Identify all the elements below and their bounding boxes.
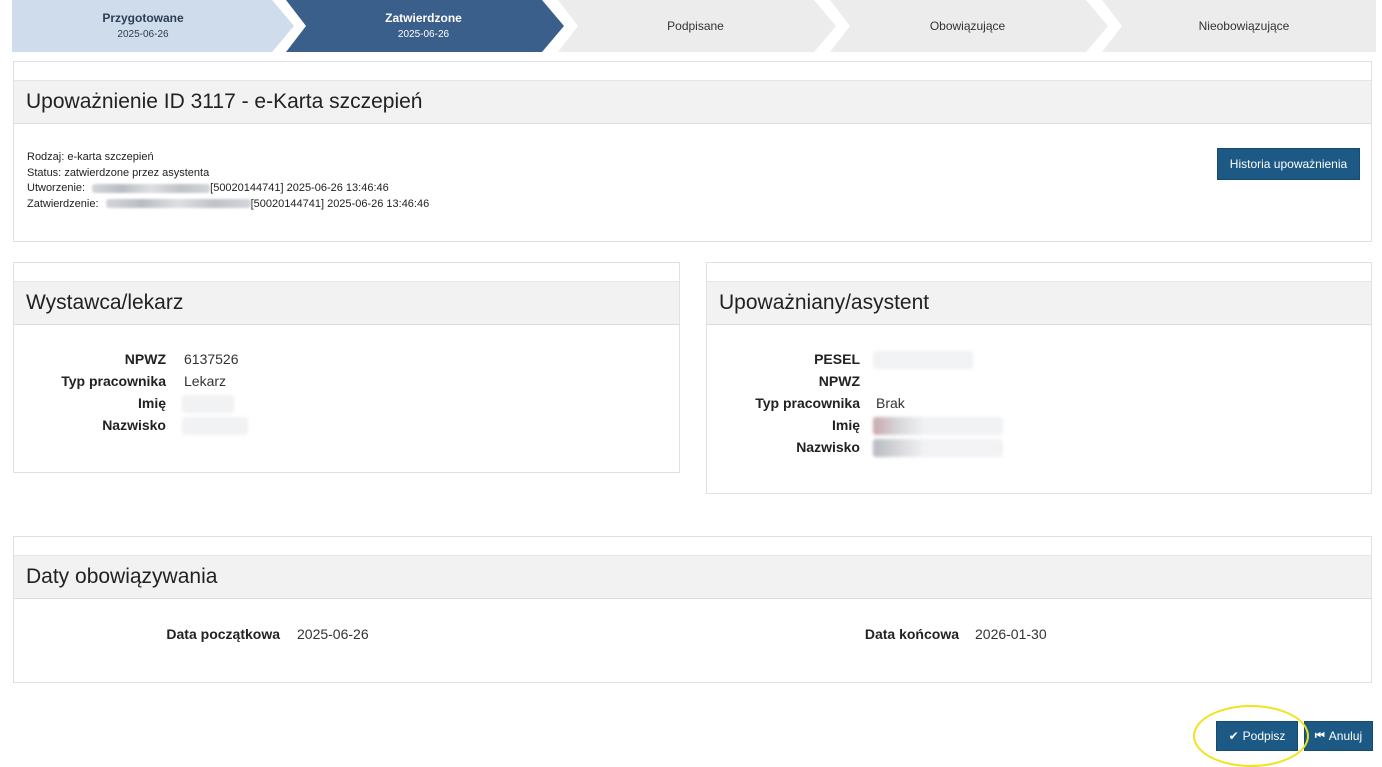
step-binding-title: Obowiązujące — [929, 18, 1006, 33]
workflow-steps: Przygotowane 2025-06-26 Zatwierdzone 202… — [12, 0, 1376, 52]
assistant-pesel-label: PESEL — [814, 351, 860, 367]
approved-label: Zatwierdzenie: — [27, 197, 99, 210]
type-row: Rodzaj: e-karta szczepień — [27, 150, 429, 166]
redacted-assistant-surname — [873, 439, 1003, 458]
step-signed-title: Podpisane — [667, 18, 724, 33]
assistant-details: PESEL NPWZ Typ pracownika Brak Imię Nazw… — [707, 348, 1373, 468]
validity-details: Data początkowa 2025-06-26 Data końcowa … — [14, 623, 1373, 653]
issuer-type-label: Typ pracownika — [61, 373, 166, 389]
redacted-approver — [105, 199, 251, 209]
sign-button-label: Podpisz — [1242, 729, 1286, 743]
step-backward-icon: ⏮ — [1314, 729, 1325, 742]
assistant-name-label: Imię — [831, 417, 860, 433]
step-signed: Podpisane — [558, 0, 848, 52]
cancel-button[interactable]: ⏮ Anuluj — [1304, 721, 1373, 751]
assistant-surname-value — [873, 436, 1003, 459]
issuer-panel: Wystawca/lekarz NPWZ 6137526 Typ pracown… — [13, 262, 680, 473]
approved-value: [50020144741] 2025-06-26 13:46:46 — [250, 197, 430, 210]
authorization-panel: Upoważnienie ID 3117 - e-Karta szczepień… — [13, 61, 1372, 242]
issuer-details: NPWZ 6137526 Typ pracownika Lekarz Imię … — [14, 348, 681, 448]
cancel-button-label: Anuluj — [1328, 729, 1363, 743]
history-button[interactable]: Historia upoważnienia — [1217, 148, 1360, 180]
issuer-name-value — [182, 392, 234, 415]
end-date-value: 2026-01-30 — [975, 626, 1047, 642]
redacted-assistant-name — [873, 417, 1003, 436]
validity-title: Daty obowiązywania — [14, 555, 1371, 599]
type-value: e-karta szczepień — [67, 151, 154, 163]
authorization-details: Rodzaj: e-karta szczepień Status: zatwie… — [27, 150, 429, 212]
assistant-name-value — [873, 414, 1003, 437]
step-approved: Zatwierdzone 2025-06-26 — [286, 0, 576, 52]
sign-button[interactable]: ✔ Podpisz — [1216, 721, 1298, 751]
issuer-npwz-label: NPWZ — [124, 351, 166, 367]
assistant-type-value: Brak — [876, 395, 905, 411]
status-row: Status: zatwierdzone przez asystenta — [27, 166, 429, 182]
issuer-title: Wystawca/lekarz — [14, 281, 679, 325]
redacted-issuer-surname — [182, 417, 248, 436]
validity-panel: Daty obowiązywania Data początkowa 2025-… — [13, 536, 1372, 683]
page-title: Upoważnienie ID 3117 - e-Karta szczepień — [14, 80, 1371, 124]
assistant-surname-label: Nazwisko — [796, 439, 860, 455]
issuer-type-value: Lekarz — [184, 373, 227, 389]
end-date-label: Data końcowa — [864, 626, 959, 642]
step-approved-title: Zatwierdzone — [385, 10, 462, 25]
step-nonbinding-title: Nieobowiązujące — [1198, 18, 1290, 33]
start-date-value: 2025-06-26 — [297, 626, 369, 642]
assistant-title: Upoważniany/asystent — [707, 281, 1371, 325]
check-icon: ✔ — [1228, 729, 1239, 743]
assistant-pesel-value — [873, 348, 973, 371]
redacted-creator — [92, 183, 211, 193]
redacted-assistant-pesel — [873, 351, 973, 370]
start-date-label: Data początkowa — [166, 626, 280, 642]
redacted-issuer-name — [182, 395, 234, 414]
assistant-npwz-label: NPWZ — [818, 373, 860, 389]
assistant-panel: Upoważniany/asystent PESEL NPWZ Typ prac… — [706, 262, 1372, 494]
issuer-npwz-value: 6137526 — [184, 351, 239, 367]
issuer-name-label: Imię — [137, 395, 166, 411]
type-label: Rodzaj: — [27, 151, 65, 163]
step-prepared: Przygotowane 2025-06-26 — [12, 0, 302, 52]
issuer-surname-value — [182, 414, 248, 437]
assistant-type-label: Typ pracownika — [755, 395, 860, 411]
step-prepared-date: 2025-06-26 — [117, 28, 169, 40]
created-label: Utworzenie: — [27, 182, 86, 194]
approved-row: Zatwierdzenie: [50020144741] 2025-06-26 … — [27, 197, 429, 213]
issuer-surname-label: Nazwisko — [102, 417, 166, 433]
created-value: [50020144741] 2025-06-26 13:46:46 — [210, 182, 389, 194]
step-nonbinding: Nieobowiązujące — [1102, 0, 1376, 52]
step-binding: Obowiązujące — [830, 0, 1120, 52]
status-label: Status: — [27, 166, 62, 179]
created-row: Utworzenie: [50020144741] 2025-06-26 13:… — [27, 181, 429, 197]
step-prepared-title: Przygotowane — [102, 10, 184, 25]
status-value: zatwierdzone przez asystenta — [64, 166, 210, 179]
step-approved-date: 2025-06-26 — [397, 28, 450, 40]
